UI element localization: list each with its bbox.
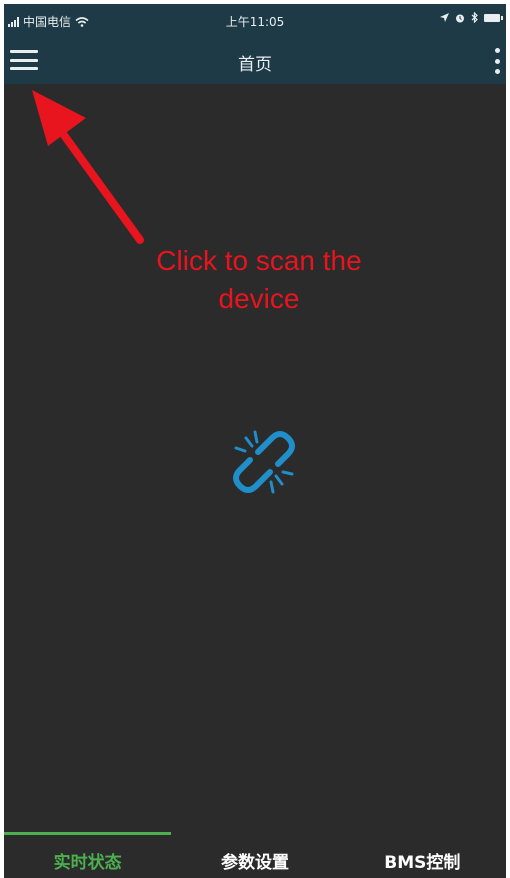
annotation-line-2: device — [218, 283, 300, 314]
status-right — [440, 12, 503, 23]
page-title: 首页 — [238, 55, 272, 75]
annotation-text: Click to scan the device — [114, 242, 404, 318]
tab-parameter-settings[interactable]: 参数设置 — [171, 832, 338, 878]
annotation-line-1: Click to scan the — [156, 245, 362, 276]
status-time: 上午11:05 — [225, 15, 285, 29]
more-vertical-icon[interactable] — [490, 46, 504, 76]
alarm-icon — [456, 14, 464, 22]
bluetooth-icon — [471, 12, 478, 23]
phone-screen: 中国电信 上午11:05 首页 Click to scan the device… — [4, 4, 506, 878]
status-bar: 中国电信 上午11:05 — [4, 4, 506, 38]
annotation-arrow-icon — [32, 90, 144, 244]
tab-realtime-status[interactable]: 实时状态 — [4, 832, 172, 878]
app-bar: 首页 — [4, 38, 506, 84]
tab-bms-control[interactable]: BMS控制 — [339, 832, 506, 878]
bottom-tab-bar: 实时状态 参数设置 BMS控制 — [4, 832, 506, 878]
location-icon — [440, 13, 449, 22]
battery-icon — [484, 13, 503, 22]
main-content: Click to scan the device — [4, 84, 506, 832]
disconnected-link-icon[interactable] — [224, 424, 304, 500]
